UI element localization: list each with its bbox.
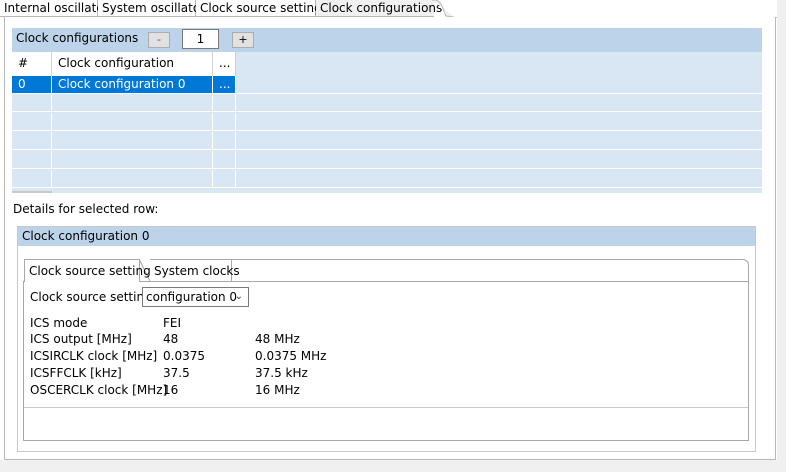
active-tab-edge xyxy=(432,0,454,18)
clock-source-setting-label: Clock source setting xyxy=(30,290,152,304)
empty-table-row xyxy=(12,132,762,150)
property-name: ICSIRCLK clock [MHz] xyxy=(30,349,158,363)
details-for-selected-row-label: Details for selected row: xyxy=(13,202,159,216)
property-unit-value: 16 MHz xyxy=(255,383,300,397)
property-unit-value: 37.5 kHz xyxy=(255,366,308,380)
window-right-strip xyxy=(777,0,786,472)
column-header-index[interactable]: # xyxy=(12,52,52,76)
table-header-row: # Clock configuration ... xyxy=(12,52,236,76)
clock-configurations-title: Clock configurations xyxy=(16,31,139,45)
configurations-table: # Clock configuration ... 0 Clock config… xyxy=(12,52,762,193)
empty-table-row xyxy=(12,151,762,169)
property-unit-value: 0.0375 MHz xyxy=(255,349,327,363)
column-header-more[interactable]: ... xyxy=(213,52,236,76)
tab-clock-source-settings[interactable]: Clock source settings xyxy=(196,0,328,17)
tab-internal-oscillator[interactable]: Internal oscillator xyxy=(0,0,109,17)
property-unit-value: 48 MHz xyxy=(255,332,300,346)
tab-clock-configurations[interactable]: Clock configurations xyxy=(316,0,442,17)
details-title: Clock configuration 0 xyxy=(18,227,755,246)
window-bottom-strip xyxy=(0,460,786,472)
property-value: 0.0375 xyxy=(163,349,205,363)
table-row[interactable]: 0 Clock configuration 0 ... xyxy=(12,76,762,94)
horizontal-scrollbar-thumb[interactable] xyxy=(12,191,52,193)
tab-system-clocks[interactable]: System clocks xyxy=(150,259,240,282)
clock-configurations-header: Clock configurations - 1 + xyxy=(12,28,762,52)
empty-table-row xyxy=(12,113,762,131)
property-name: OSCERCLK clock [MHz] xyxy=(30,383,168,397)
panel-divider xyxy=(24,407,748,408)
add-configuration-button[interactable]: + xyxy=(232,32,254,48)
remove-configuration-button[interactable]: - xyxy=(148,32,170,48)
property-value: 48 xyxy=(163,332,179,346)
row-clock-configuration[interactable]: Clock configuration 0 xyxy=(52,76,213,93)
tab-clock-source-setting[interactable]: Clock source setting xyxy=(24,259,151,282)
top-tab-bar: Internal oscillator System oscillator Cl… xyxy=(0,0,786,18)
property-name: ICS mode xyxy=(30,316,88,330)
property-name: ICS output [MHz] xyxy=(30,332,132,346)
clock-source-select[interactable]: configuration 0 ⌄ xyxy=(142,287,249,307)
row-more-button[interactable]: ... xyxy=(213,76,236,93)
property-value: FEI xyxy=(163,316,182,330)
row-index[interactable]: 0 xyxy=(12,76,52,93)
column-header-clock-configuration[interactable]: Clock configuration xyxy=(52,52,213,76)
property-name: ICSFFCLK [kHz] xyxy=(30,366,122,380)
inner-tab-strip-edge xyxy=(232,259,749,281)
empty-table-row xyxy=(12,94,762,112)
configuration-count-input[interactable]: 1 xyxy=(182,29,219,49)
chevron-down-icon: ⌄ xyxy=(234,291,243,302)
clock-source-select-value: configuration 0 xyxy=(146,290,238,304)
tab-system-oscillator[interactable]: System oscillator xyxy=(98,0,205,17)
property-value: 37.5 xyxy=(163,366,190,380)
property-value: 16 xyxy=(163,383,179,397)
empty-table-row xyxy=(12,170,762,188)
